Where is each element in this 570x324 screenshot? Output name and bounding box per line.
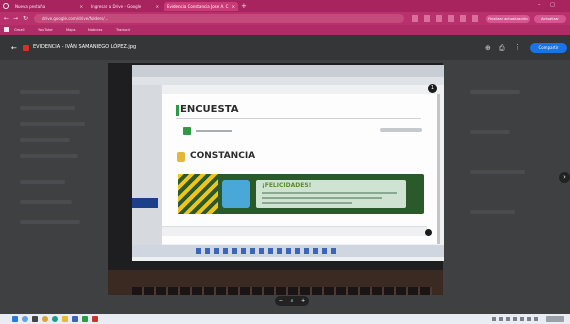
zoom-controls[interactable]: − ⌕ + <box>275 296 309 306</box>
tab-2-label: Ingresar a Drive - Google <box>91 4 142 9</box>
list-item <box>20 106 75 110</box>
photo-page <box>162 94 437 244</box>
list-item <box>20 180 65 184</box>
new-tab-button[interactable]: + <box>241 2 247 11</box>
photo-badge-label: 1 <box>430 85 435 91</box>
photo-feedback-bar <box>162 226 427 236</box>
photo-taskbar-icons <box>196 248 336 254</box>
list-item <box>20 138 70 142</box>
taskview-icon[interactable] <box>32 316 38 322</box>
banner-title: ¡FELICIDADES! <box>262 182 312 189</box>
url-input[interactable]: drive.google.com/drive/folders/... <box>34 14 404 23</box>
window-controls[interactable]: – □ <box>538 2 559 8</box>
constancia-badge-icon <box>177 152 185 162</box>
zoom-search-icon[interactable]: ⌕ <box>291 298 294 304</box>
list-item <box>470 130 510 134</box>
list-item <box>20 200 72 204</box>
list-item <box>470 170 525 174</box>
back-icon[interactable]: ← <box>4 14 9 23</box>
tab-3[interactable]: Evidencia Constancia Jose A. C ✕ <box>164 2 238 11</box>
encuesta-row-text <box>196 130 232 132</box>
tab-2[interactable]: Ingresar a Drive - Google ✕ <box>88 2 162 11</box>
image-file-icon <box>23 45 29 51</box>
photo-submit-icon <box>425 229 432 236</box>
comment-icon[interactable]: ⊕ <box>485 44 491 52</box>
bookmark-translate[interactable]: Traducir <box>116 27 130 33</box>
bookmark-youtube[interactable]: YouTube <box>38 27 53 33</box>
photo-blue-block <box>132 198 158 208</box>
photo-scrollbar <box>437 94 440 244</box>
list-item <box>20 122 85 126</box>
profile-button[interactable]: Finalizar actualización <box>486 15 530 23</box>
tab-search-icon[interactable] <box>3 3 9 9</box>
list-item <box>470 90 520 94</box>
bookmark-gmail[interactable]: Gmail <box>14 27 25 33</box>
share-label: Compartir <box>538 45 559 50</box>
photo-browser-bar2 <box>132 77 444 85</box>
bookmark-news[interactable]: Noticias <box>88 27 102 33</box>
photo-browser-bar <box>132 65 444 77</box>
constancia-title: CONSTANCIA <box>190 151 256 161</box>
system-tray[interactable] <box>492 317 540 321</box>
encuesta-bar <box>176 105 179 116</box>
file-name: EVIDENCIA - IVÁN SAMANIEGO LÓPEZ.jpg <box>33 44 137 50</box>
tab-3-label: Evidencia Constancia Jose A. C <box>167 4 229 9</box>
update-button[interactable]: Actualizar <box>534 15 566 23</box>
bookmarks-bar <box>0 25 570 35</box>
app-icon[interactable] <box>82 316 88 322</box>
zoom-in-button[interactable]: + <box>301 298 305 304</box>
banner-stripes <box>178 174 218 214</box>
encuesta-title: ENCUESTA <box>180 104 239 115</box>
list-item <box>20 90 80 94</box>
encuesta-underline <box>176 118 421 119</box>
forward-icon[interactable]: → <box>13 14 18 23</box>
extension-icons[interactable] <box>412 15 482 22</box>
bookmark-maps[interactable]: Maps <box>66 27 75 33</box>
more-options-icon[interactable]: ⋮ <box>514 43 521 51</box>
next-file-button[interactable]: › <box>559 172 570 183</box>
tab-1[interactable]: Nueva pestaña ✕ <box>12 2 86 11</box>
list-item <box>20 220 80 224</box>
encuesta-progress <box>380 128 422 132</box>
close-icon[interactable]: ✕ <box>232 4 235 9</box>
share-button[interactable]: Compartir <box>530 43 567 53</box>
start-icon[interactable] <box>12 316 18 322</box>
reload-icon[interactable]: ↻ <box>23 14 28 23</box>
explorer-icon[interactable] <box>62 316 68 322</box>
clock[interactable] <box>546 316 564 322</box>
close-icon[interactable]: ✕ <box>80 4 83 9</box>
photo-badge: 1 <box>428 84 437 93</box>
app-icon-2[interactable] <box>92 316 98 322</box>
back-arrow-icon[interactable]: ← <box>11 44 17 52</box>
list-item <box>20 154 78 158</box>
apps-icon[interactable] <box>4 27 9 32</box>
list-item <box>470 210 515 214</box>
edge-icon[interactable] <box>52 316 58 322</box>
tab-1-label: Nueva pestaña <box>15 4 46 9</box>
encuesta-check-icon <box>183 127 191 135</box>
zoom-out-button[interactable]: − <box>279 298 283 304</box>
banner-illustration <box>222 180 250 208</box>
banner-line1 <box>262 192 397 194</box>
banner-line3 <box>262 202 352 204</box>
chrome-icon[interactable] <box>42 316 48 322</box>
search-icon[interactable] <box>22 316 28 322</box>
photo-left-panel <box>132 85 162 250</box>
banner-line2 <box>262 197 382 199</box>
close-icon[interactable]: ✕ <box>156 4 159 9</box>
photo-keyboard <box>132 287 432 295</box>
store-icon[interactable] <box>72 316 78 322</box>
print-icon[interactable]: ⎙ <box>499 44 505 53</box>
